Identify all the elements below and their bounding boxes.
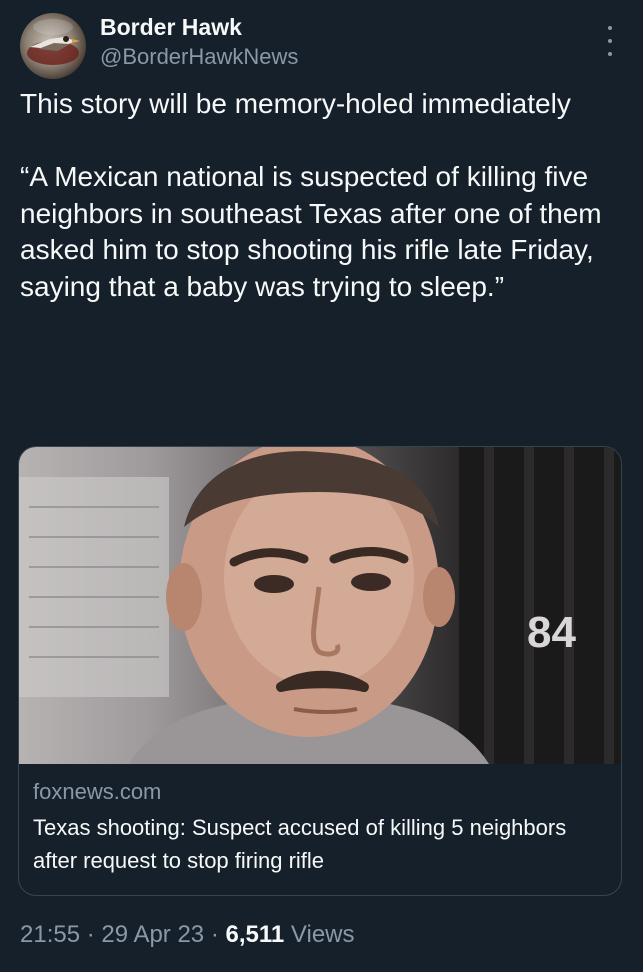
card-title: Texas shooting: Suspect accused of killi…	[33, 815, 567, 873]
meta-separator: ·	[86, 921, 95, 948]
suspect-photo: 84	[19, 447, 621, 764]
image-number-text: 84	[527, 608, 576, 657]
hawk-avatar-image	[27, 19, 80, 65]
tweet-time[interactable]: 21:55	[20, 921, 80, 948]
tweet-meta: 21:55 · 29 Apr 23 · 6,511 Views	[20, 918, 355, 952]
views-label[interactable]: Views	[291, 921, 355, 948]
tweet-text: This story will be memory-holed immediat…	[20, 88, 602, 302]
card-domain: foxnews.com	[33, 779, 162, 804]
card-thumbnail-image: 84	[19, 447, 621, 764]
views-count[interactable]: 6,511	[226, 921, 285, 948]
link-preview-card[interactable]: 84 foxnews.com Texas shooting: Suspect a…	[18, 446, 622, 896]
author-display-name[interactable]: Border Hawk	[100, 12, 298, 42]
meta-separator: ·	[210, 921, 219, 948]
author-handle[interactable]: @BorderHawkNews	[100, 42, 298, 72]
tweet-header: Border Hawk @BorderHawkNews	[20, 8, 623, 79]
author-avatar[interactable]	[20, 13, 86, 79]
more-options-icon[interactable]	[607, 26, 613, 56]
tweet-date[interactable]: 29 Apr 23	[101, 921, 204, 948]
